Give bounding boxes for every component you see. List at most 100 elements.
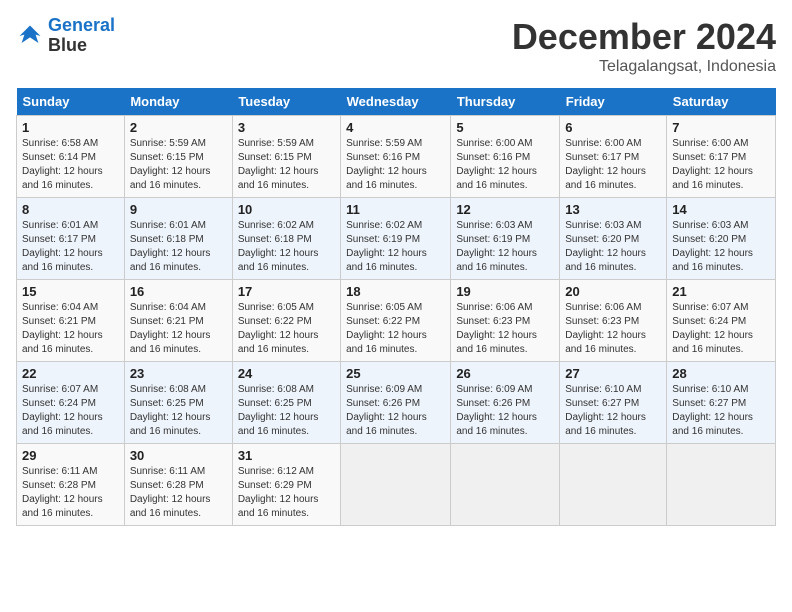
- day-number: 9: [130, 202, 227, 217]
- calendar-day-cell: 7 Sunrise: 6:00 AMSunset: 6:17 PMDaylight…: [667, 116, 776, 198]
- day-info: Sunrise: 6:01 AMSunset: 6:17 PMDaylight:…: [22, 219, 119, 275]
- calendar-day-cell: [667, 444, 776, 526]
- calendar-day-cell: [560, 444, 667, 526]
- weekday-header: Friday: [560, 88, 667, 116]
- calendar-day-cell: [451, 444, 560, 526]
- calendar-table: SundayMondayTuesdayWednesdayThursdayFrid…: [16, 88, 776, 526]
- day-info: Sunrise: 6:11 AMSunset: 6:28 PMDaylight:…: [130, 465, 227, 521]
- day-number: 13: [565, 202, 661, 217]
- day-info: Sunrise: 5:59 AMSunset: 6:15 PMDaylight:…: [238, 137, 335, 193]
- calendar-header: SundayMondayTuesdayWednesdayThursdayFrid…: [17, 88, 776, 116]
- calendar-day-cell: 22 Sunrise: 6:07 AMSunset: 6:24 PMDayligh…: [17, 362, 125, 444]
- day-number: 22: [22, 366, 119, 381]
- day-info: Sunrise: 6:00 AMSunset: 6:17 PMDaylight:…: [672, 137, 770, 193]
- day-number: 26: [456, 366, 554, 381]
- day-info: Sunrise: 6:11 AMSunset: 6:28 PMDaylight:…: [22, 465, 119, 521]
- day-info: Sunrise: 6:00 AMSunset: 6:16 PMDaylight:…: [456, 137, 554, 193]
- day-info: Sunrise: 6:10 AMSunset: 6:27 PMDaylight:…: [565, 383, 661, 439]
- calendar-day-cell: 31 Sunrise: 6:12 AMSunset: 6:29 PMDayligh…: [232, 444, 340, 526]
- day-number: 14: [672, 202, 770, 217]
- calendar-day-cell: 30 Sunrise: 6:11 AMSunset: 6:28 PMDayligh…: [124, 444, 232, 526]
- calendar-day-cell: 1Sunrise: 6:58 AMSunset: 6:14 PMDaylight…: [17, 116, 125, 198]
- month-title: December 2024: [512, 16, 776, 58]
- calendar-week-row: 1Sunrise: 6:58 AMSunset: 6:14 PMDaylight…: [17, 116, 776, 198]
- day-info: Sunrise: 6:03 AMSunset: 6:20 PMDaylight:…: [672, 219, 770, 275]
- location: Telagalangsat, Indonesia: [512, 58, 776, 76]
- title-block: December 2024 Telagalangsat, Indonesia: [512, 16, 776, 76]
- calendar-day-cell: 28 Sunrise: 6:10 AMSunset: 6:27 PMDayligh…: [667, 362, 776, 444]
- day-info: Sunrise: 6:01 AMSunset: 6:18 PMDaylight:…: [130, 219, 227, 275]
- day-info: Sunrise: 6:05 AMSunset: 6:22 PMDaylight:…: [238, 301, 335, 357]
- calendar-body: 1Sunrise: 6:58 AMSunset: 6:14 PMDaylight…: [17, 116, 776, 526]
- day-info: Sunrise: 6:02 AMSunset: 6:19 PMDaylight:…: [346, 219, 445, 275]
- calendar-day-cell: 26 Sunrise: 6:09 AMSunset: 6:26 PMDayligh…: [451, 362, 560, 444]
- calendar-day-cell: 2 Sunrise: 5:59 AMSunset: 6:15 PMDaylight…: [124, 116, 232, 198]
- calendar-week-row: 29 Sunrise: 6:11 AMSunset: 6:28 PMDayligh…: [17, 444, 776, 526]
- calendar-day-cell: 16 Sunrise: 6:04 AMSunset: 6:21 PMDayligh…: [124, 280, 232, 362]
- day-info: Sunrise: 6:07 AMSunset: 6:24 PMDaylight:…: [22, 383, 119, 439]
- day-number: 29: [22, 448, 119, 463]
- calendar-day-cell: 13Sunrise: 6:03 AMSunset: 6:20 PMDayligh…: [560, 198, 667, 280]
- day-number: 16: [130, 284, 227, 299]
- weekday-header: Monday: [124, 88, 232, 116]
- weekday-header: Wednesday: [341, 88, 451, 116]
- day-number: 1: [22, 120, 119, 135]
- day-info: Sunrise: 6:09 AMSunset: 6:26 PMDaylight:…: [456, 383, 554, 439]
- day-number: 28: [672, 366, 770, 381]
- day-number: 3: [238, 120, 335, 135]
- day-info: Sunrise: 6:08 AMSunset: 6:25 PMDaylight:…: [130, 383, 227, 439]
- calendar-day-cell: 5Sunrise: 6:00 AMSunset: 6:16 PMDaylight…: [451, 116, 560, 198]
- day-number: 17: [238, 284, 335, 299]
- calendar-day-cell: 21 Sunrise: 6:07 AMSunset: 6:24 PMDayligh…: [667, 280, 776, 362]
- weekday-header: Saturday: [667, 88, 776, 116]
- page-header: GeneralBlue December 2024 Telagalangsat,…: [16, 16, 776, 76]
- calendar-day-cell: 8Sunrise: 6:01 AMSunset: 6:17 PMDaylight…: [17, 198, 125, 280]
- day-info: Sunrise: 6:12 AMSunset: 6:29 PMDaylight:…: [238, 465, 335, 521]
- calendar-week-row: 22 Sunrise: 6:07 AMSunset: 6:24 PMDayligh…: [17, 362, 776, 444]
- day-number: 27: [565, 366, 661, 381]
- logo-text: GeneralBlue: [48, 16, 115, 56]
- logo: GeneralBlue: [16, 16, 115, 56]
- day-info: Sunrise: 6:04 AMSunset: 6:21 PMDaylight:…: [130, 301, 227, 357]
- day-number: 7: [672, 120, 770, 135]
- logo-icon: [16, 22, 44, 50]
- day-number: 18: [346, 284, 445, 299]
- day-info: Sunrise: 6:03 AMSunset: 6:19 PMDaylight:…: [456, 219, 554, 275]
- calendar-day-cell: 24Sunrise: 6:08 AMSunset: 6:25 PMDayligh…: [232, 362, 340, 444]
- day-number: 4: [346, 120, 445, 135]
- day-number: 11: [346, 202, 445, 217]
- day-number: 15: [22, 284, 119, 299]
- day-info: Sunrise: 6:00 AMSunset: 6:17 PMDaylight:…: [565, 137, 661, 193]
- calendar-day-cell: 4 Sunrise: 5:59 AMSunset: 6:16 PMDaylight…: [341, 116, 451, 198]
- day-number: 2: [130, 120, 227, 135]
- calendar-day-cell: 14 Sunrise: 6:03 AMSunset: 6:20 PMDayligh…: [667, 198, 776, 280]
- calendar-day-cell: 9 Sunrise: 6:01 AMSunset: 6:18 PMDaylight…: [124, 198, 232, 280]
- day-number: 23: [130, 366, 227, 381]
- calendar-day-cell: 17 Sunrise: 6:05 AMSunset: 6:22 PMDayligh…: [232, 280, 340, 362]
- calendar-day-cell: 12Sunrise: 6:03 AMSunset: 6:19 PMDayligh…: [451, 198, 560, 280]
- day-info: Sunrise: 6:06 AMSunset: 6:23 PMDaylight:…: [456, 301, 554, 357]
- day-info: Sunrise: 6:10 AMSunset: 6:27 PMDaylight:…: [672, 383, 770, 439]
- day-info: Sunrise: 5:59 AMSunset: 6:15 PMDaylight:…: [130, 137, 227, 193]
- day-info: Sunrise: 6:07 AMSunset: 6:24 PMDaylight:…: [672, 301, 770, 357]
- weekday-header-row: SundayMondayTuesdayWednesdayThursdayFrid…: [17, 88, 776, 116]
- day-number: 31: [238, 448, 335, 463]
- calendar-day-cell: 11 Sunrise: 6:02 AMSunset: 6:19 PMDayligh…: [341, 198, 451, 280]
- day-number: 30: [130, 448, 227, 463]
- calendar-day-cell: 18 Sunrise: 6:05 AMSunset: 6:22 PMDayligh…: [341, 280, 451, 362]
- day-info: Sunrise: 6:04 AMSunset: 6:21 PMDaylight:…: [22, 301, 119, 357]
- calendar-day-cell: [341, 444, 451, 526]
- day-number: 19: [456, 284, 554, 299]
- calendar-day-cell: 15 Sunrise: 6:04 AMSunset: 6:21 PMDayligh…: [17, 280, 125, 362]
- calendar-day-cell: 10Sunrise: 6:02 AMSunset: 6:18 PMDayligh…: [232, 198, 340, 280]
- calendar-day-cell: 6 Sunrise: 6:00 AMSunset: 6:17 PMDaylight…: [560, 116, 667, 198]
- calendar-day-cell: 20Sunrise: 6:06 AMSunset: 6:23 PMDayligh…: [560, 280, 667, 362]
- day-number: 6: [565, 120, 661, 135]
- day-info: Sunrise: 6:05 AMSunset: 6:22 PMDaylight:…: [346, 301, 445, 357]
- day-info: Sunrise: 6:09 AMSunset: 6:26 PMDaylight:…: [346, 383, 445, 439]
- calendar-week-row: 15 Sunrise: 6:04 AMSunset: 6:21 PMDayligh…: [17, 280, 776, 362]
- calendar-day-cell: 19 Sunrise: 6:06 AMSunset: 6:23 PMDayligh…: [451, 280, 560, 362]
- day-info: Sunrise: 5:59 AMSunset: 6:16 PMDaylight:…: [346, 137, 445, 193]
- day-number: 21: [672, 284, 770, 299]
- day-number: 24: [238, 366, 335, 381]
